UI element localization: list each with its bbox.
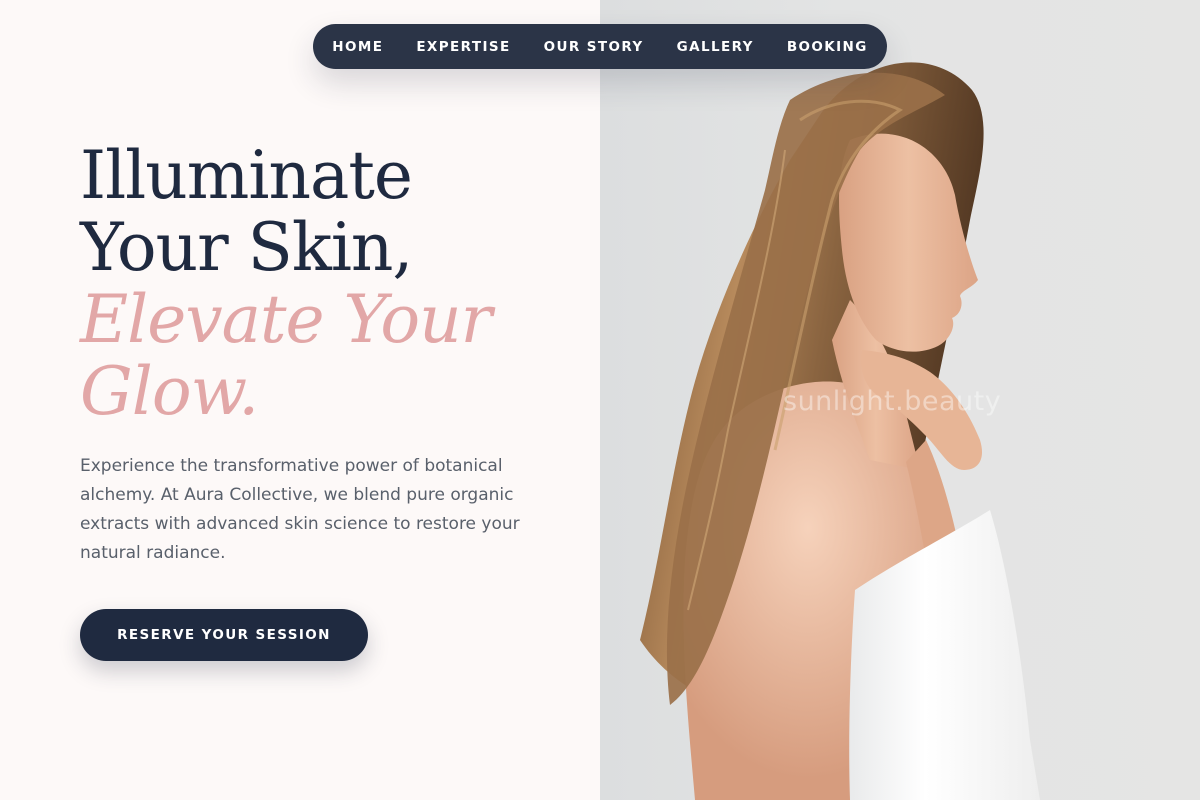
headline-line-2: Your Skin, xyxy=(80,209,413,286)
headline-accent-line-1: Elevate Your xyxy=(80,281,492,358)
hero-headline: Illuminate Your Skin, Elevate Your Glow. xyxy=(80,140,580,428)
nav-item-gallery[interactable]: GALLERY xyxy=(677,39,754,55)
headline-line-1: Illuminate xyxy=(80,137,413,214)
hero-description: Experience the transformative power of b… xyxy=(80,456,520,563)
hero-text-panel: Illuminate Your Skin, Elevate Your Glow.… xyxy=(0,0,600,800)
nav-item-expertise[interactable]: EXPERTISE xyxy=(416,39,510,55)
nav-item-home[interactable]: HOME xyxy=(332,39,383,55)
hero-image: sunlight.beauty xyxy=(600,0,1200,800)
image-watermark: sunlight.beauty xyxy=(783,386,1002,417)
nav-item-our-story[interactable]: OUR STORY xyxy=(544,39,644,55)
headline-accent-line-2: Glow. xyxy=(80,353,259,430)
reserve-session-button[interactable]: RESERVE YOUR SESSION xyxy=(80,609,368,661)
landing-page: Illuminate Your Skin, Elevate Your Glow.… xyxy=(0,0,1200,800)
main-navigation: HOME EXPERTISE OUR STORY GALLERY BOOKING xyxy=(313,24,887,69)
nav-item-booking[interactable]: BOOKING xyxy=(787,39,868,55)
